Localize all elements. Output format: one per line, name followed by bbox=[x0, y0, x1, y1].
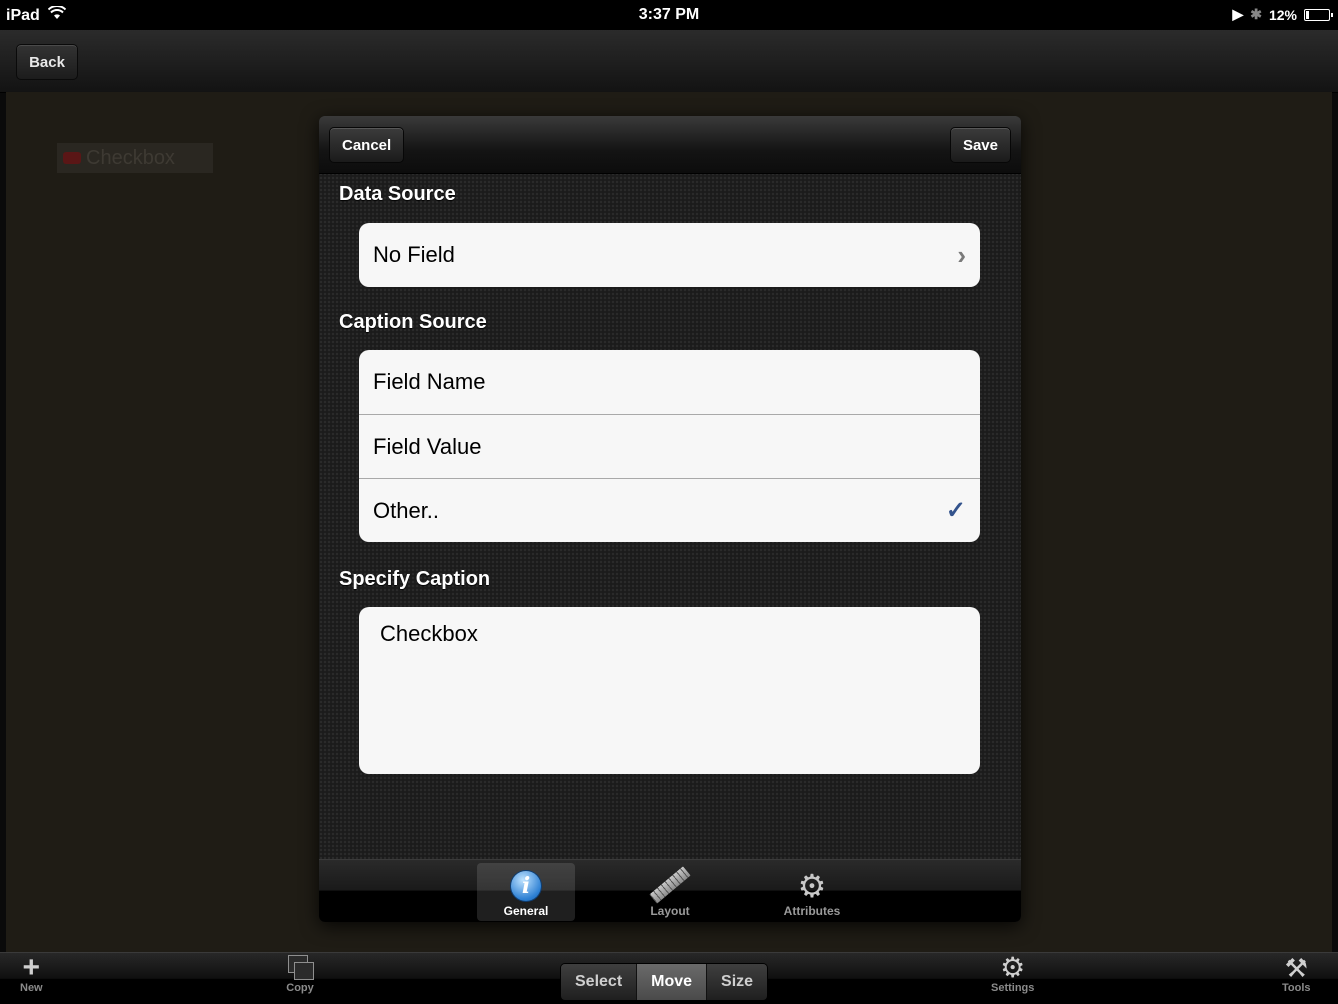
popover-tab-bar: i General Layout ⚙ Attributes bbox=[319, 859, 1021, 922]
data-source-cell[interactable]: No Field › bbox=[359, 223, 980, 287]
popover-header: Cancel Save bbox=[319, 116, 1021, 174]
back-button[interactable]: Back bbox=[16, 44, 78, 80]
copy-label: Copy bbox=[286, 982, 314, 994]
checkbox-indicator bbox=[63, 152, 81, 164]
caption-option-label: Field Value bbox=[373, 433, 482, 459]
caption-source-group: Field Name Field Value Other.. ✓ bbox=[359, 350, 980, 542]
data-source-group: No Field › bbox=[359, 223, 980, 287]
copy-button[interactable]: Copy bbox=[286, 955, 314, 994]
tab-attributes[interactable]: ⚙ Attributes bbox=[763, 863, 861, 921]
new-button[interactable]: + New bbox=[20, 951, 43, 995]
caption-source-title: Caption Source bbox=[339, 311, 487, 333]
cancel-button[interactable]: Cancel bbox=[329, 127, 405, 163]
status-bar: iPad 3:37 PM ▶ ✱ 12% bbox=[0, 0, 1338, 30]
checkmark-icon: ✓ bbox=[945, 497, 966, 524]
tab-layout[interactable]: Layout bbox=[621, 863, 719, 921]
caption-option-label: Field Name bbox=[373, 369, 486, 394]
caption-text-area[interactable]: Checkbox bbox=[359, 607, 980, 774]
segment-move[interactable]: Move bbox=[636, 964, 707, 1000]
caption-option-field-name[interactable]: Field Name bbox=[359, 350, 980, 414]
mode-segmented-control: Select Move Size bbox=[560, 963, 769, 1001]
segment-select[interactable]: Select bbox=[561, 964, 637, 1000]
canvas-checkbox-label: Checkbox bbox=[86, 146, 175, 169]
caption-option-other[interactable]: Other.. ✓ bbox=[359, 478, 980, 542]
copy-icon bbox=[286, 955, 314, 981]
play-icon: ▶ bbox=[1232, 6, 1244, 22]
status-time: 3:37 PM bbox=[638, 6, 700, 23]
info-icon: i bbox=[511, 871, 541, 901]
bluetooth-icon: ✱ bbox=[1250, 6, 1262, 22]
ruler-icon bbox=[649, 866, 691, 904]
battery-percent: 12% bbox=[1268, 6, 1297, 23]
caption-option-field-value[interactable]: Field Value bbox=[359, 414, 980, 478]
plus-icon: + bbox=[22, 951, 41, 984]
new-label: New bbox=[20, 982, 43, 994]
tab-label: General bbox=[503, 904, 549, 918]
gear-icon: ⚙ bbox=[797, 868, 827, 904]
navigation-bar: Back bbox=[0, 30, 1338, 93]
specify-caption-title: Specify Caption bbox=[339, 568, 491, 590]
tab-label: Attributes bbox=[783, 904, 841, 918]
tab-label: Layout bbox=[650, 904, 690, 918]
settings-gear-icon: ⚙ bbox=[1000, 952, 1026, 983]
chevron-right-icon: › bbox=[957, 240, 966, 270]
tools-button[interactable]: ⚒ Tools bbox=[1282, 955, 1311, 994]
status-right: ▶ ✱ 12% bbox=[1232, 6, 1333, 23]
battery-icon bbox=[1304, 8, 1333, 21]
data-source-value: No Field bbox=[373, 242, 455, 267]
tab-general[interactable]: i General bbox=[477, 863, 575, 921]
data-source-title: Data Source bbox=[339, 183, 456, 205]
properties-popover: Cancel Save Data Source No Field › Capti… bbox=[319, 116, 1021, 922]
canvas-checkbox-element[interactable]: Checkbox bbox=[57, 143, 213, 173]
bottom-toolbar: + New Copy Select Move Size ⚙ Settings ⚒… bbox=[0, 952, 1338, 1004]
tools-icon: ⚒ bbox=[1284, 953, 1308, 983]
save-button[interactable]: Save bbox=[949, 127, 1011, 163]
tools-label: Tools bbox=[1282, 982, 1311, 994]
caption-option-label: Other.. bbox=[373, 497, 440, 523]
segment-size[interactable]: Size bbox=[706, 964, 768, 1000]
settings-button[interactable]: ⚙ Settings bbox=[991, 952, 1035, 995]
settings-label: Settings bbox=[991, 982, 1035, 994]
